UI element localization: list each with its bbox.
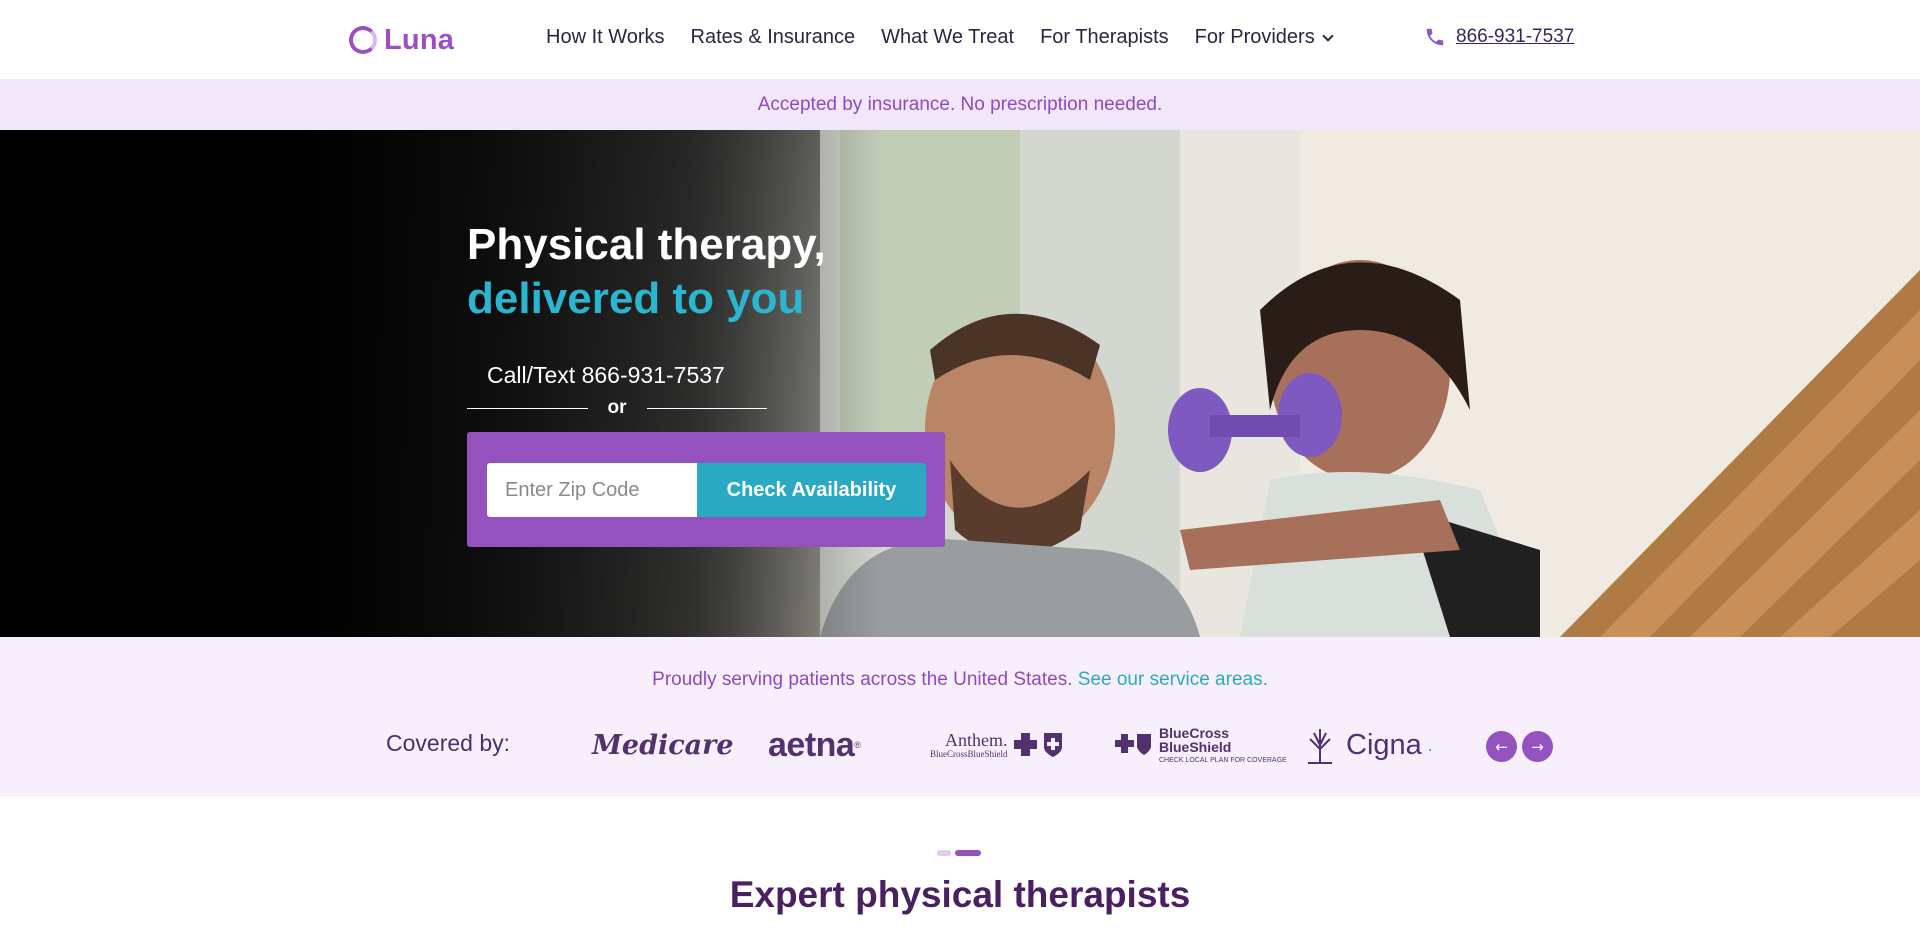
covered-by-label: Covered by: xyxy=(386,730,511,756)
zip-code-input[interactable] xyxy=(487,463,697,517)
medicare-logo: Medicare xyxy=(592,729,734,761)
aetna-logo-text: aetna xyxy=(768,725,855,764)
cigna-logo: Cigna . xyxy=(1300,723,1433,767)
cigna-tree-icon xyxy=(1308,729,1332,764)
registered-mark-icon: ® xyxy=(854,740,861,750)
anthem-logo-sub: BlueCrossBlueShield xyxy=(930,749,1008,759)
nav-for-providers-label: For Providers xyxy=(1194,26,1315,48)
nav-for-providers[interactable]: For Providers xyxy=(1194,26,1334,49)
carousel-dots xyxy=(937,850,981,856)
carousel-dot-2[interactable] xyxy=(955,850,981,856)
bcbs-logo-text: BlueCross BlueShield CHECK LOCAL PLAN FO… xyxy=(1159,726,1287,765)
cigna-logo-dot: . xyxy=(1427,734,1433,755)
check-availability-button[interactable]: Check Availability xyxy=(697,463,926,517)
serving-text: Proudly serving patients across the Unit… xyxy=(0,669,1920,691)
hero-title: Physical therapy, delivered to you xyxy=(467,218,826,326)
arrow-right-icon: → xyxy=(1531,737,1544,756)
anthem-logo: Anthem. BlueCrossBlueShield xyxy=(930,723,1066,767)
service-areas-link[interactable]: See our service areas. xyxy=(1078,669,1268,690)
arrow-left-icon: ← xyxy=(1495,737,1508,756)
nav-what-we-treat[interactable]: What We Treat xyxy=(881,26,1014,49)
nav-for-therapists[interactable]: For Therapists xyxy=(1040,26,1169,49)
anthem-logo-text: Anthem. BlueCrossBlueShield xyxy=(930,731,1008,759)
bcbs-logo-sub: CHECK LOCAL PLAN FOR COVERAGE xyxy=(1159,756,1287,764)
luna-logo[interactable]: Luna xyxy=(349,24,454,56)
nav-how-it-works[interactable]: How It Works xyxy=(546,26,665,49)
zip-form: Check Availability xyxy=(467,432,945,547)
header-phone-link[interactable]: 866-931-7537 xyxy=(1424,26,1574,48)
hero-section: Physical therapy, delivered to you Call/… xyxy=(0,130,1920,637)
carousel-dot-1[interactable] xyxy=(937,850,951,856)
cigna-logo-text: Cigna xyxy=(1346,728,1422,761)
insurance-banner: Accepted by insurance. No prescription n… xyxy=(0,79,1920,130)
hero-call-text[interactable]: Call/Text 866-931-7537 xyxy=(487,362,725,389)
phone-icon xyxy=(1426,28,1444,46)
chevron-down-icon xyxy=(1322,29,1334,42)
main-nav: How It Works Rates & Insurance What We T… xyxy=(546,26,1334,49)
bcbs-cross-shield-icon xyxy=(1013,733,1062,757)
bcbs-logo-line2: BlueShield xyxy=(1159,738,1232,755)
bluecross-blueshield-logo: BlueCross BlueShield CHECK LOCAL PLAN FO… xyxy=(1115,723,1287,767)
luna-logo-icon xyxy=(349,26,377,54)
hero-title-line2: delivered to you xyxy=(467,274,805,323)
carousel-prev-button[interactable]: ← xyxy=(1486,731,1517,762)
bcbs-logo-line1: BlueCross xyxy=(1159,724,1230,741)
carousel-next-button[interactable]: → xyxy=(1522,731,1553,762)
bcbs-cross-shield-icon xyxy=(1115,734,1151,755)
header-phone-number: 866-931-7537 xyxy=(1456,26,1575,47)
serving-text-main: Proudly serving patients across the Unit… xyxy=(652,669,1073,690)
insurance-banner-text: Accepted by insurance. No prescription n… xyxy=(757,93,1163,115)
or-divider-text: or xyxy=(607,397,627,418)
hero-title-line1: Physical therapy, xyxy=(467,220,826,269)
aetna-logo: aetna ® xyxy=(768,723,861,767)
anthem-logo-main: Anthem. xyxy=(945,730,1008,750)
site-header: Luna How It Works Rates & Insurance What… xyxy=(0,0,1920,79)
luna-logo-text: Luna xyxy=(384,23,455,56)
coverage-section: Proudly serving patients across the Unit… xyxy=(0,637,1920,797)
or-divider-line-right xyxy=(646,407,767,409)
or-divider: or xyxy=(467,396,767,420)
nav-rates-insurance[interactable]: Rates & Insurance xyxy=(691,26,856,49)
hero-photo xyxy=(0,130,1920,637)
expert-section-title: Expert physical therapists xyxy=(729,874,1191,915)
or-divider-line-left xyxy=(467,407,588,409)
